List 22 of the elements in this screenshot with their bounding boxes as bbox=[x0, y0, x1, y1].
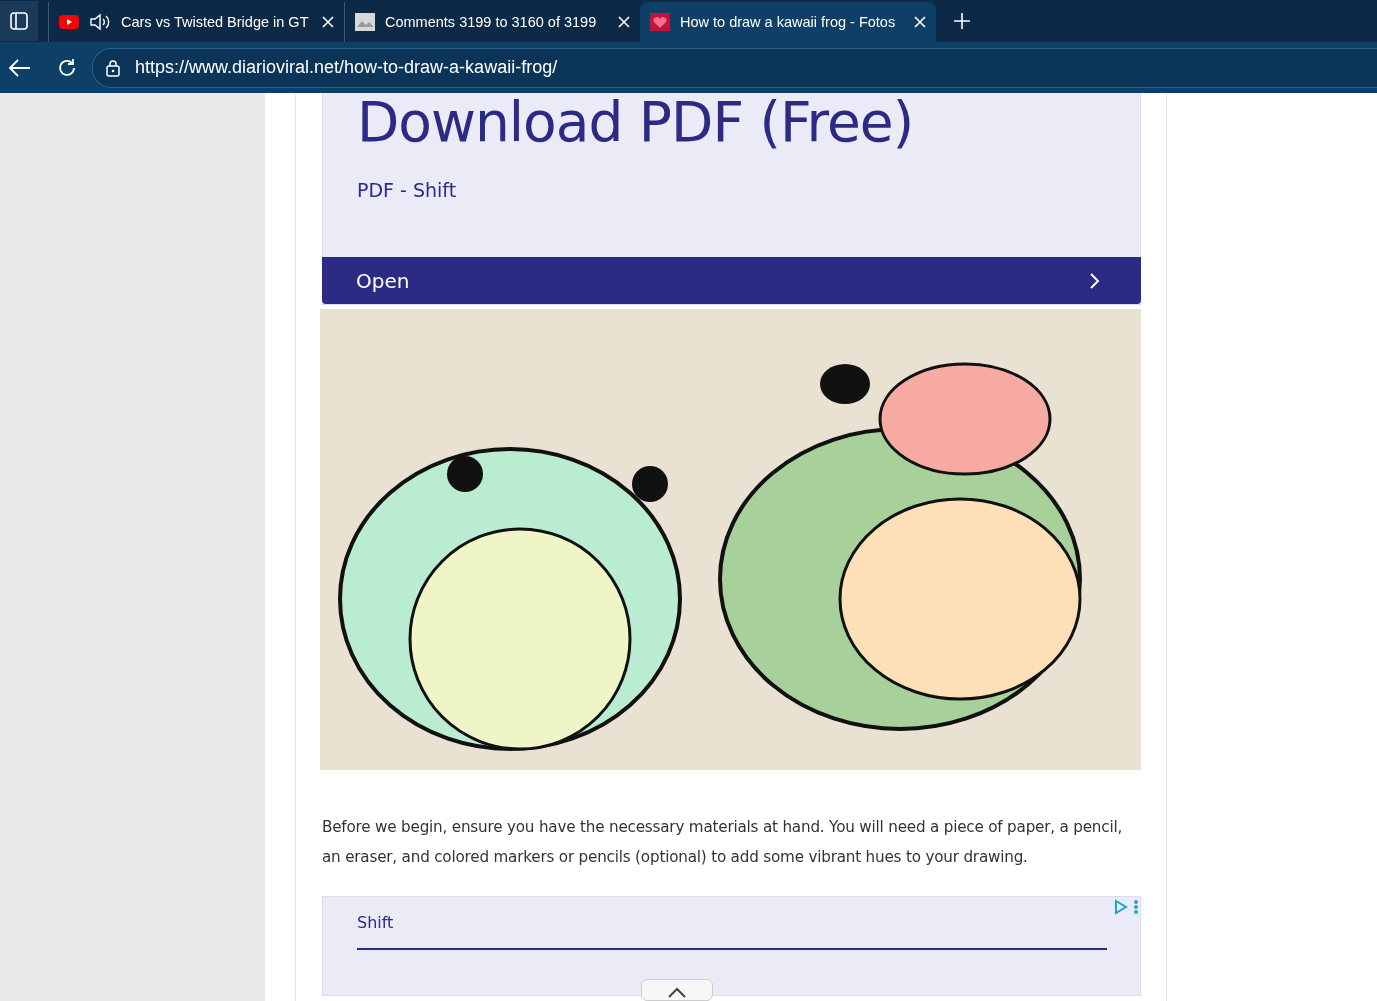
ad-label: Shift bbox=[357, 913, 394, 932]
ad-subtitle: PDF - Shift bbox=[356, 178, 458, 203]
address-field[interactable]: https://www.diarioviral.net/how-to-draw-a-kawaii-frog/ bbox=[92, 47, 1377, 88]
chevron-right-icon bbox=[1089, 271, 1101, 290]
chevron-up-icon bbox=[667, 986, 687, 998]
speaker-icon[interactable] bbox=[89, 13, 111, 31]
reload-button[interactable] bbox=[56, 56, 78, 79]
thumbnail-icon bbox=[355, 13, 375, 31]
close-icon[interactable] bbox=[914, 16, 926, 28]
back-button[interactable] bbox=[8, 57, 32, 78]
url-text: https://www.diarioviral.net/how-to-draw-a-kawaii-frog/ bbox=[135, 57, 558, 78]
browser-tab[interactable]: How to draw a kawaii frog - Fotos bbox=[640, 2, 936, 42]
video-play-icon bbox=[59, 15, 79, 29]
ad-heading: Download PDF (Free) bbox=[356, 93, 915, 151]
close-icon[interactable] bbox=[322, 16, 334, 28]
open-button[interactable]: Open bbox=[322, 257, 1141, 304]
sidebar-toggle-icon[interactable] bbox=[0, 1, 38, 41]
close-icon[interactable] bbox=[618, 16, 630, 28]
body-paragraph: Before we begin, ensure you have the necessary materials at hand. You will need a piece of paper, a pencil, an eraser, and colored markers or pencils (optional) to add some vibrant hues to your drawing. bbox=[322, 817, 1124, 868]
plus-icon[interactable] bbox=[952, 11, 972, 31]
scroll-up-button[interactable] bbox=[641, 979, 713, 1001]
lock-icon bbox=[105, 58, 121, 77]
